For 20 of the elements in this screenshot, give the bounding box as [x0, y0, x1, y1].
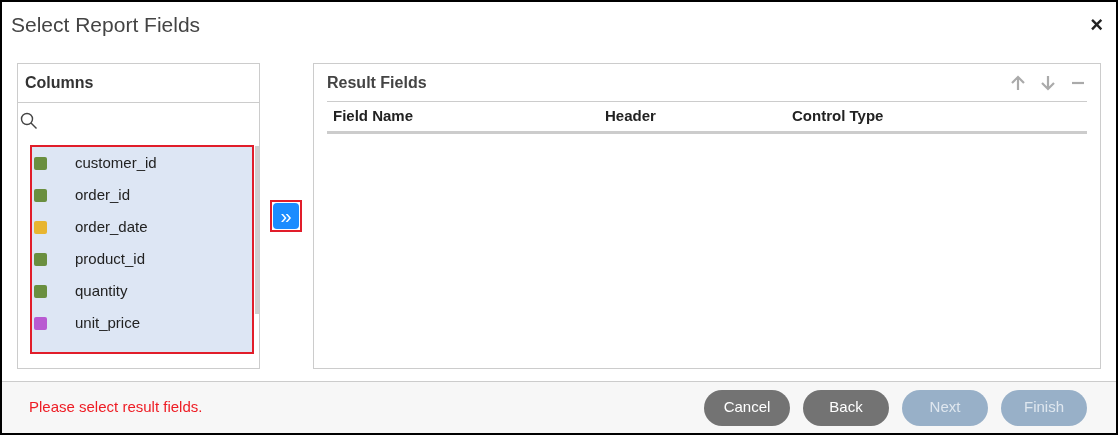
footer-button[interactable]: Back	[803, 389, 889, 426]
panel-title: Columns	[25, 73, 94, 93]
column-header: Field Name	[333, 106, 415, 127]
validation-message: Please select result fields.	[29, 397, 204, 418]
column-header: Control Type	[792, 106, 885, 127]
arrow-up-icon[interactable]	[1009, 73, 1027, 92]
column-header: Header	[605, 106, 657, 127]
panel-title: Result Fields	[327, 72, 427, 93]
column-name: order_id	[75, 184, 131, 205]
column-name: quantity	[75, 280, 128, 301]
footer-button[interactable]: Cancel	[704, 389, 790, 426]
scrollbar[interactable]	[255, 146, 259, 314]
column-name: order_date	[75, 216, 148, 237]
close-button[interactable]: ×	[1090, 14, 1107, 36]
arrow-down-icon[interactable]	[1039, 73, 1057, 92]
column-name: customer_id	[75, 152, 157, 173]
column-name: unit_price	[75, 312, 141, 333]
search-icon	[20, 112, 38, 130]
window-title: Select Report Fields	[11, 12, 201, 39]
column-name: product_id	[75, 248, 146, 269]
